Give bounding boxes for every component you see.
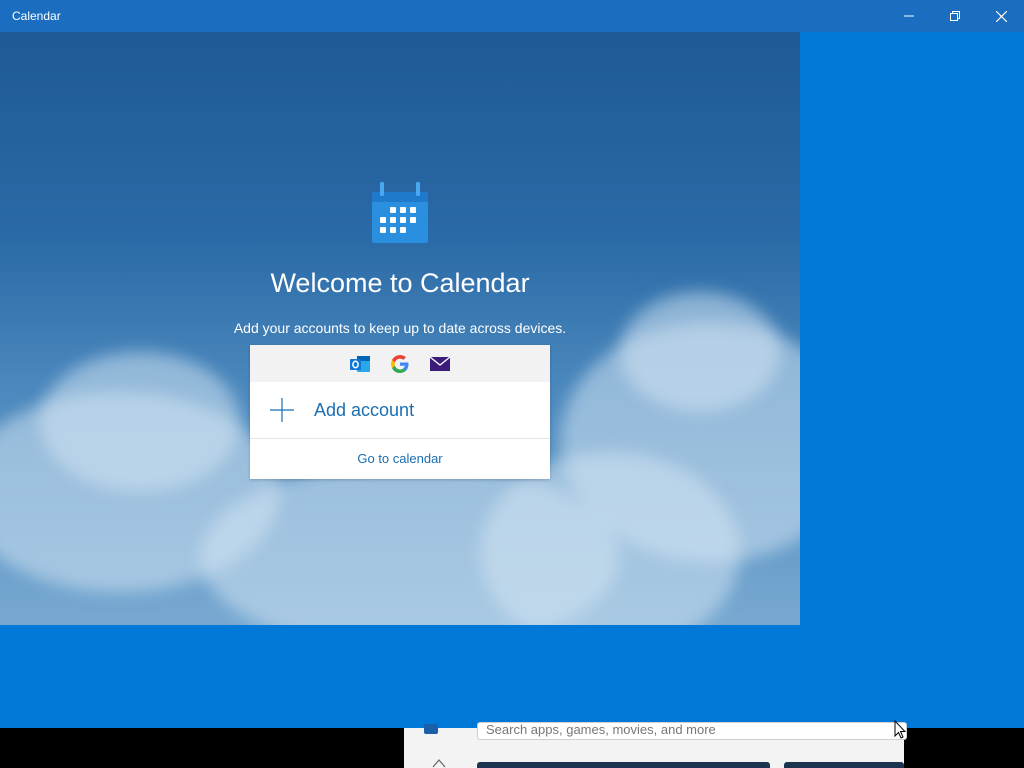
close-icon bbox=[995, 10, 1007, 22]
outlook-icon bbox=[350, 356, 370, 372]
close-button[interactable] bbox=[978, 0, 1024, 32]
mouse-cursor-icon bbox=[894, 720, 906, 739]
calendar-icon bbox=[372, 182, 428, 243]
calendar-window: Calendar Welcome to Calendar Add your ac… bbox=[0, 0, 1024, 728]
provider-strip bbox=[250, 345, 550, 382]
welcome-subtext: Add your accounts to keep up to date acr… bbox=[233, 320, 567, 336]
account-card: Add account Go to calendar bbox=[250, 345, 550, 479]
restore-icon bbox=[950, 11, 960, 21]
google-icon bbox=[391, 355, 409, 373]
go-to-calendar-link[interactable]: Go to calendar bbox=[250, 439, 550, 479]
cloud-decoration bbox=[40, 352, 240, 492]
welcome-heading: Welcome to Calendar bbox=[270, 268, 530, 298]
window-title: Calendar bbox=[12, 9, 61, 23]
store-tile[interactable] bbox=[784, 762, 904, 768]
add-account-label: Add account bbox=[314, 400, 415, 420]
add-account-button[interactable]: Add account bbox=[250, 382, 550, 439]
background-store-window[interactable]: Search apps, games, movies, and more bbox=[404, 722, 907, 768]
home-icon[interactable] bbox=[432, 758, 446, 768]
plus-icon bbox=[270, 398, 294, 422]
welcome-hero: Welcome to Calendar Add your accounts to… bbox=[0, 32, 800, 625]
store-logo-icon bbox=[424, 724, 438, 734]
store-tile[interactable] bbox=[477, 762, 770, 768]
cloud-decoration bbox=[620, 292, 780, 412]
title-bar[interactable]: Calendar bbox=[0, 0, 1024, 32]
restore-button[interactable] bbox=[932, 0, 978, 32]
mail-icon bbox=[429, 356, 451, 371]
minimize-icon bbox=[904, 15, 914, 17]
store-search-input[interactable]: Search apps, games, movies, and more bbox=[477, 722, 907, 740]
minimize-button[interactable] bbox=[886, 0, 932, 32]
